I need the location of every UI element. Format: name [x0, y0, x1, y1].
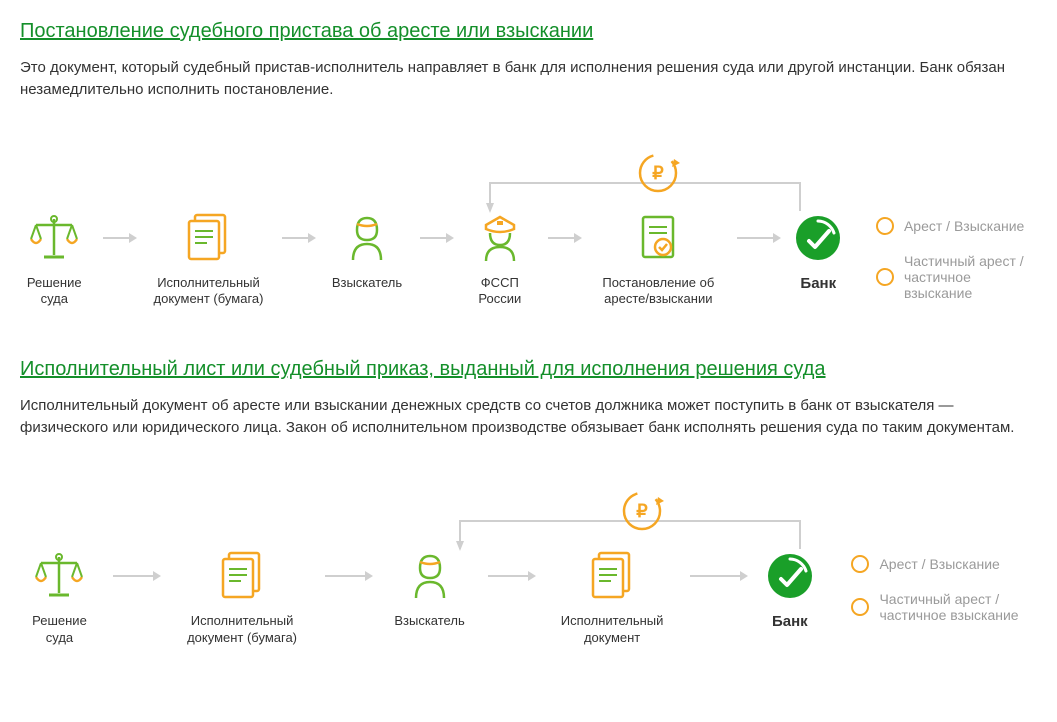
arrow-icon	[735, 231, 781, 245]
outcome-arrest: Арест / Взыскание	[851, 555, 1037, 573]
step-bank: Банк	[793, 211, 844, 292]
step-court-decision: Решение суда	[20, 211, 89, 309]
section-title-link[interactable]: Исполнительный лист или судебный приказ,…	[20, 358, 826, 381]
arrow-icon	[486, 569, 536, 583]
section-title-link[interactable]: Постановление судебного пристава об арес…	[20, 20, 593, 43]
step-label: Банк	[800, 275, 836, 292]
check-document-icon	[637, 211, 679, 265]
bank-icon	[793, 211, 843, 265]
bullet-icon	[876, 217, 894, 235]
step-bank: Банк	[760, 549, 819, 630]
step-court-decision: Решение суда	[20, 549, 99, 647]
step-label: Решение суда	[20, 613, 99, 647]
flow-diagram-2: ₽	[20, 489, 1037, 647]
section-exec-writ: Исполнительный лист или судебный приказ,…	[20, 358, 1037, 646]
step-label: Исполнительный документ (бумага)	[173, 613, 311, 647]
step-label: Взыскатель	[394, 613, 464, 630]
section-description: Это документ, который судебный пристав-и…	[20, 57, 1037, 101]
person-icon	[347, 211, 387, 265]
arrow-icon	[688, 569, 748, 583]
arrow-icon	[280, 231, 316, 245]
document-icon	[185, 211, 231, 265]
document-icon	[589, 549, 635, 603]
ruble-icon: ₽	[636, 151, 680, 198]
svg-text:₽: ₽	[636, 501, 648, 521]
scales-icon	[32, 549, 86, 603]
outcome-label: Частичный арест / частичное взыскание	[879, 591, 1037, 623]
step-label: Банк	[772, 613, 808, 630]
step-exec-doc: Исполнительный документ	[548, 549, 676, 647]
step-label: Исполнительный документ	[548, 613, 676, 647]
step-claimant: Взыскатель	[328, 211, 405, 292]
step-label: Постановление об аресте/взыскании	[594, 275, 722, 309]
step-label: Решение суда	[20, 275, 89, 309]
step-exec-doc-paper: Исполнительный документ (бумага)	[149, 211, 269, 309]
step-resolution: Постановление об аресте/взыскании	[594, 211, 722, 309]
outcome-partial: Частичный арест / частичное взыскание	[851, 591, 1037, 623]
outcome-label: Частичный арест / частичное взыскание	[904, 253, 1037, 301]
bullet-icon	[851, 598, 869, 616]
person-icon	[410, 549, 450, 603]
scales-icon	[27, 211, 81, 265]
section-description: Исполнительный документ об аресте или вз…	[20, 395, 1037, 439]
outcome-arrest: Арест / Взыскание	[876, 217, 1037, 235]
arrow-icon	[546, 231, 582, 245]
section-bailiff: Постановление судебного пристава об арес…	[20, 20, 1037, 308]
arrow-icon	[323, 569, 373, 583]
bullet-icon	[876, 268, 894, 286]
step-claimant: Взыскатель	[385, 549, 474, 630]
bullet-icon	[851, 555, 869, 573]
document-icon	[219, 549, 265, 603]
step-label: Исполнительный документ (бумага)	[149, 275, 269, 309]
arrow-icon	[418, 231, 454, 245]
ruble-icon: ₽	[620, 489, 664, 536]
outcomes-list: Арест / Взыскание Частичный арест / част…	[876, 217, 1037, 301]
arrow-icon	[111, 569, 161, 583]
svg-text:₽: ₽	[652, 163, 664, 183]
flow-diagram-1: ₽	[20, 151, 1037, 309]
arrow-icon	[101, 231, 137, 245]
step-exec-doc-paper: Исполнительный документ (бумага)	[173, 549, 311, 647]
bank-icon	[765, 549, 815, 603]
step-label: Взыскатель	[332, 275, 402, 292]
outcome-label: Арест / Взыскание	[904, 218, 1024, 234]
step-fssp: ФССП России	[466, 211, 535, 309]
step-label: ФССП России	[466, 275, 535, 309]
outcome-label: Арест / Взыскание	[879, 556, 999, 572]
officer-icon	[478, 211, 522, 265]
outcome-partial: Частичный арест / частичное взыскание	[876, 253, 1037, 301]
outcomes-list: Арест / Взыскание Частичный арест / част…	[851, 555, 1037, 623]
